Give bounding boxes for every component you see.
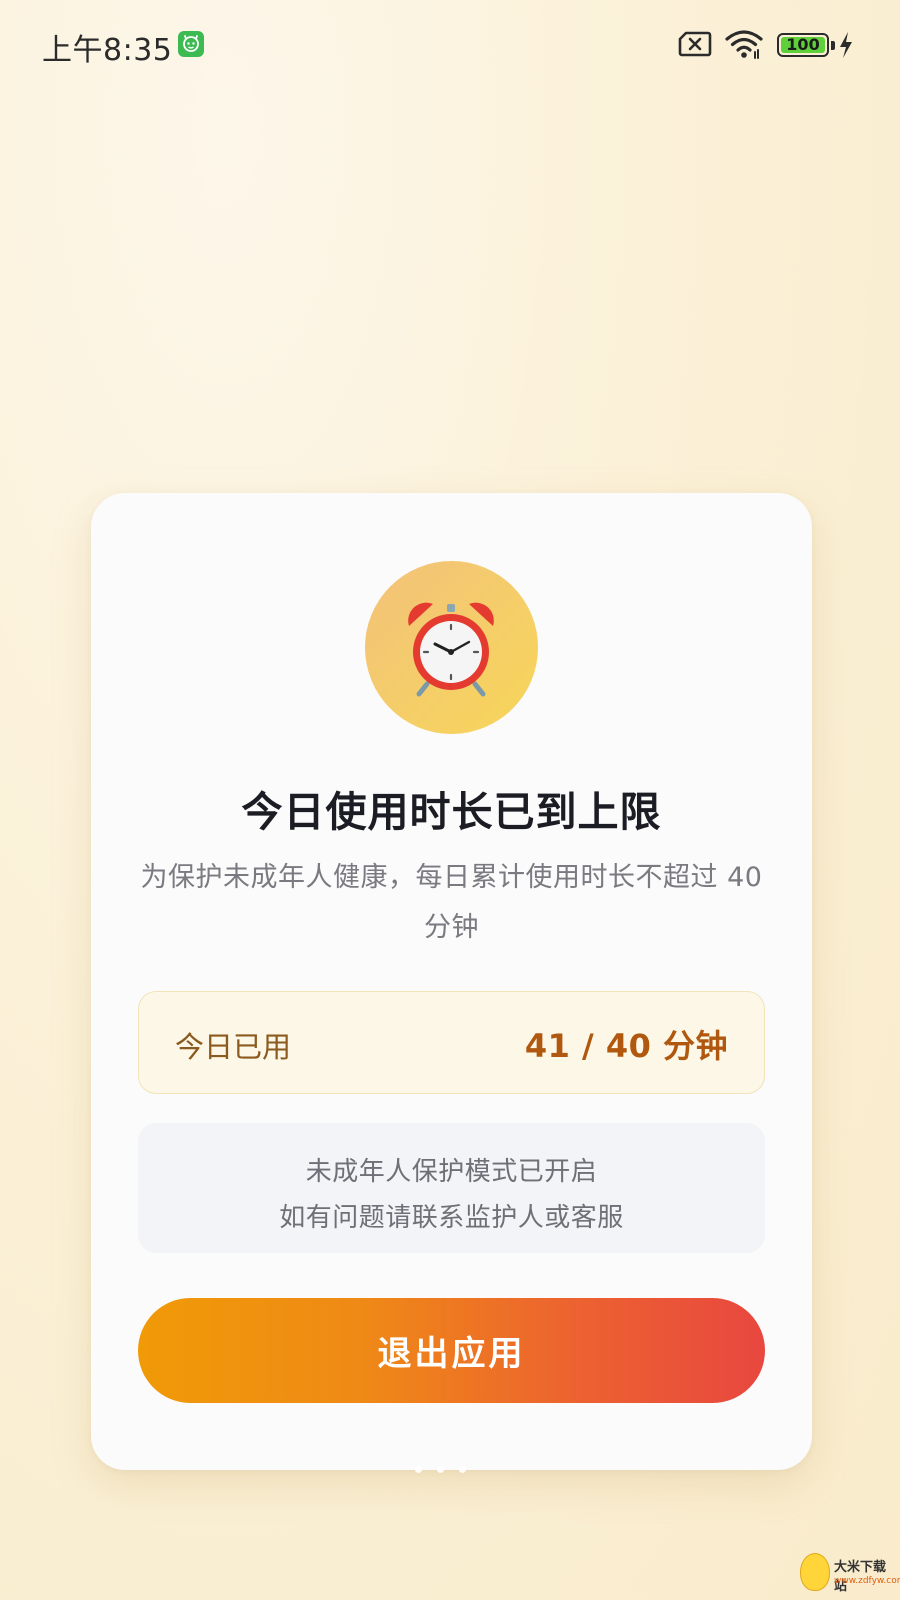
watermark-url: www.zdfyw.com [834,1576,900,1586]
protection-notice: 未成年人保护模式已开启 如有问题请联系监护人或客服 [138,1123,765,1253]
charging-icon [838,31,854,63]
time-limit-card: 今日使用时长已到上限 为保护未成年人健康，每日累计使用时长不超过 40 分钟 今… [91,493,812,1470]
usage-value: 41 / 40 分钟 [524,1027,728,1065]
battery-cap [831,41,835,50]
limit-title: 今日使用时长已到上限 [241,788,662,836]
watermark-logo: 大米下载站 www.zdfyw.com [800,1552,900,1594]
page-indicator [415,1466,485,1476]
watermark-title: 大米下载站 [834,1560,887,1594]
battery-icon: 100 [777,33,829,57]
no-sim-icon [678,30,712,62]
status-time: 上午8:35 [42,33,173,68]
status-bar: 上午8:35 100 [0,0,900,90]
wifi-icon [724,28,764,64]
limit-description: 为保护未成年人健康，每日累计使用时长不超过 40 分钟 [140,862,763,943]
mascot-icon [800,1553,830,1591]
exit-app-button[interactable]: 退出应用 [138,1298,765,1403]
usage-summary: 今日已用 41 / 40 分钟 [138,991,765,1094]
app-badge-icon [178,31,204,57]
notice-line-contact: 如有问题请联系监护人或客服 [279,1203,624,1233]
battery-level: 100 [781,37,825,53]
alarm-badge [365,561,538,734]
usage-label: 今日已用 [175,1030,292,1064]
alarm-clock-icon [408,602,494,697]
notice-line-mode: 未成年人保护模式已开启 [305,1157,598,1187]
